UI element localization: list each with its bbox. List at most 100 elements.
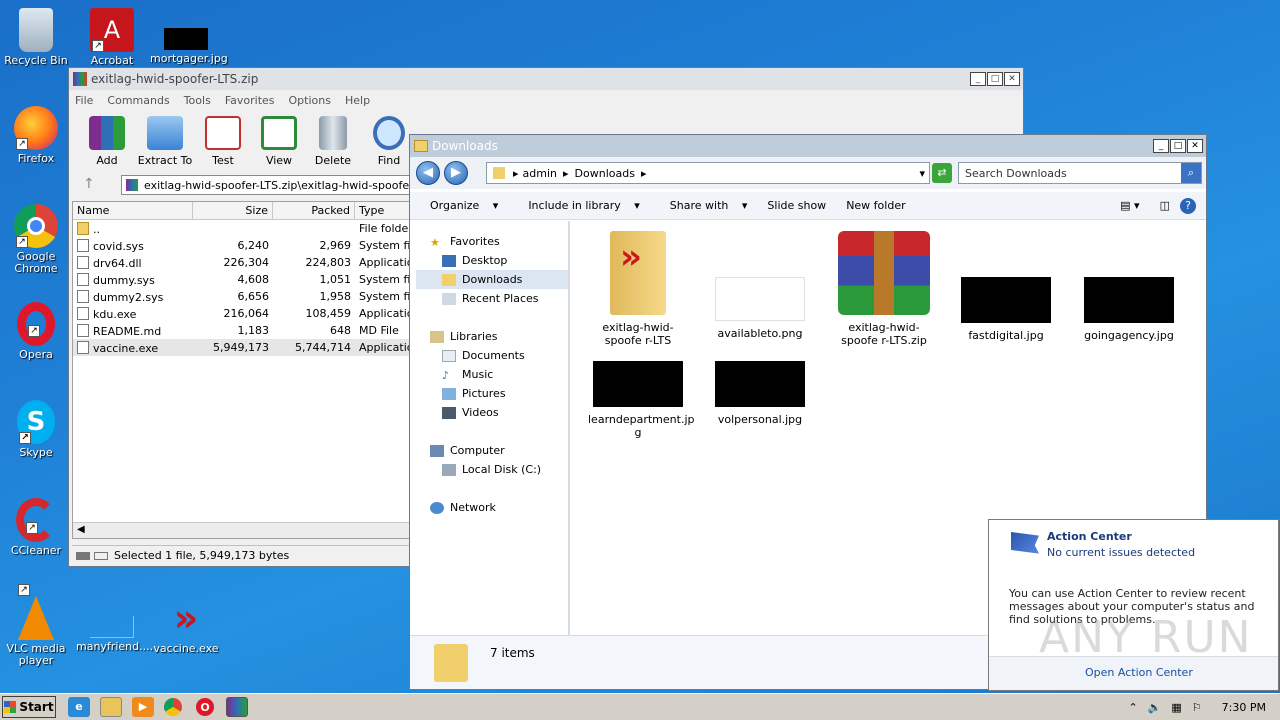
minimize-button[interactable]: _ — [970, 72, 986, 86]
nav-computer[interactable]: Computer — [430, 444, 505, 457]
test-button[interactable]: Test — [195, 116, 251, 167]
nav-documents[interactable]: Documents — [442, 349, 525, 362]
up-arrow-icon[interactable]: ↑ — [83, 176, 95, 192]
table-row[interactable]: covid.sys 6,240 2,969 System file — [73, 237, 409, 254]
network-tray-icon[interactable]: ▦ — [1171, 701, 1181, 714]
slide-show-button[interactable]: Slide show — [757, 199, 836, 212]
desktop-icon-firefox[interactable]: ↗ Firefox — [0, 106, 72, 165]
forward-button[interactable]: ▶ — [444, 161, 468, 185]
column-size[interactable]: Size — [193, 202, 273, 219]
table-row[interactable]: drv64.dll 226,304 224,803 Application — [73, 254, 409, 271]
column-packed[interactable]: Packed — [273, 202, 355, 219]
breadcrumb-downloads[interactable]: Downloads — [575, 167, 635, 180]
extract-to-button[interactable]: Extract To — [137, 116, 193, 167]
desktop-icon-manyfriend[interactable]: manyfriend.... — [76, 596, 153, 653]
refresh-button[interactable]: ⇄ — [932, 163, 952, 183]
breadcrumb-admin[interactable]: admin — [523, 167, 557, 180]
desktop-icon-vaccine[interactable]: » vaccine.exe — [150, 596, 222, 655]
nav-libraries[interactable]: Libraries — [430, 330, 498, 343]
new-folder-button[interactable]: New folder — [836, 199, 915, 212]
address-bar[interactable]: ▸ admin ▸ Downloads ▸ ▾ — [486, 162, 930, 184]
menu-options[interactable]: Options — [289, 94, 331, 107]
menu-favorites[interactable]: Favorites — [225, 94, 275, 107]
menu-tools[interactable]: Tools — [184, 94, 211, 107]
scroll-left-icon[interactable]: ◀ — [77, 524, 85, 535]
nav-downloads[interactable]: Downloads — [416, 270, 568, 289]
view-button[interactable]: View — [251, 116, 307, 167]
nav-network[interactable]: Network — [430, 501, 496, 514]
file-tile-volpersonal[interactable]: volpersonal.jpg — [710, 361, 810, 426]
clock[interactable]: 7:30 PM — [1222, 701, 1266, 714]
add-button[interactable]: Add — [79, 116, 135, 167]
desktop-icon-chrome[interactable]: ↗ Google Chrome — [0, 204, 72, 275]
search-box[interactable]: Search Downloads ⌕ — [958, 162, 1202, 184]
nav-pictures[interactable]: Pictures — [442, 387, 506, 400]
opera-icon: ↗ — [17, 302, 55, 346]
desktop-icon-mortgager[interactable]: mortgager.jpg — [150, 8, 228, 65]
table-row[interactable]: kdu.exe 216,064 108,459 Application — [73, 305, 409, 322]
menu-help[interactable]: Help — [345, 94, 370, 107]
menu-commands[interactable]: Commands — [107, 94, 169, 107]
explorer-toolbar: ◀ ▶ ▸ admin ▸ Downloads ▸ ▾ ⇄ Search Dow… — [410, 157, 1206, 189]
taskbar-ie-icon[interactable]: e — [68, 697, 90, 717]
table-row[interactable]: README.md 1,183 648 MD File — [73, 322, 409, 339]
table-row[interactable]: vaccine.exe 5,949,173 5,744,714 Application — [73, 339, 409, 356]
start-button[interactable]: Start — [2, 696, 56, 718]
volume-icon[interactable]: 🔈 — [1148, 701, 1162, 714]
close-button[interactable]: ✕ — [1004, 72, 1020, 86]
desktop-icon-opera[interactable]: ↗ Opera — [0, 302, 72, 361]
file-tile-folder[interactable]: » exitlag-hwid-spoofe r-LTS — [588, 231, 688, 347]
nav-desktop[interactable]: Desktop — [442, 254, 507, 267]
winrar-path-bar[interactable]: exitlag-hwid-spoofer-LTS.zip\exitlag-hwi… — [121, 175, 411, 195]
desktop-icon-vlc[interactable]: ↗ VLC media player — [0, 584, 72, 667]
desktop-icon-skype[interactable]: S ↗ Skype — [0, 400, 72, 459]
file-tile-fastdigital[interactable]: fastdigital.jpg — [956, 231, 1056, 342]
horizontal-scrollbar[interactable]: ◀ — [73, 522, 409, 538]
maximize-button[interactable]: □ — [1170, 139, 1186, 153]
organize-menu[interactable]: Organize ▾ — [410, 199, 508, 212]
desktop-icon-recycle-bin[interactable]: Recycle Bin — [0, 8, 72, 67]
menu-file[interactable]: File — [75, 94, 93, 107]
desktop-icon-ccleaner[interactable]: ↗ CCleaner — [0, 498, 72, 557]
desktop-icon-acrobat[interactable]: A ↗ Acrobat — [76, 8, 148, 67]
taskbar-opera-icon[interactable]: O — [196, 698, 214, 716]
help-icon[interactable]: ? — [1180, 197, 1196, 214]
open-action-center-link[interactable]: Open Action Center — [1085, 666, 1193, 679]
table-row[interactable]: .. File folder — [73, 220, 409, 237]
file-icon — [77, 238, 89, 252]
nav-local-disk[interactable]: Local Disk (C:) — [442, 463, 541, 476]
file-tile-goingagency[interactable]: goingagency.jpg — [1079, 231, 1179, 342]
share-with-menu[interactable]: Share with ▾ — [650, 199, 758, 212]
file-tile-availableto[interactable]: availableto.png — [710, 231, 810, 340]
minimize-button[interactable]: _ — [1153, 139, 1169, 153]
close-button[interactable]: ✕ — [1187, 139, 1203, 153]
nav-videos[interactable]: Videos — [442, 406, 499, 419]
tray-expand-icon[interactable]: ⌃ — [1128, 701, 1137, 714]
column-name[interactable]: Name — [73, 202, 193, 219]
taskbar-chrome-icon[interactable] — [164, 698, 182, 716]
search-icon[interactable]: ⌕ — [1181, 163, 1201, 183]
explorer-titlebar[interactable]: Downloads _ □ ✕ — [410, 135, 1206, 157]
nav-music[interactable]: ♪ Music — [442, 368, 493, 382]
preview-pane-icon[interactable]: ◫ — [1150, 199, 1180, 212]
winrar-titlebar[interactable]: exitlag-hwid-spoofer-LTS.zip _ □ ✕ — [69, 68, 1023, 90]
maximize-button[interactable]: □ — [987, 72, 1003, 86]
nav-favorites[interactable]: ★ Favorites — [430, 235, 500, 249]
taskbar-winrar-icon[interactable] — [226, 697, 248, 717]
file-tile-zip[interactable]: exitlag-hwid-spoofe r-LTS.zip — [834, 231, 934, 347]
view-options-icon[interactable]: ▤ ▾ — [1110, 199, 1149, 212]
address-dropdown-icon[interactable]: ▾ — [919, 167, 925, 180]
taskbar-media-player-icon[interactable]: ▶ — [132, 697, 154, 717]
delete-button[interactable]: Delete — [305, 116, 361, 167]
action-center-flag-icon[interactable]: ⚐ — [1192, 701, 1202, 714]
search-input[interactable]: Search Downloads — [959, 167, 1067, 180]
file-tile-learndepartment[interactable]: learndepartment.jp g — [588, 361, 694, 439]
table-row[interactable]: dummy2.sys 6,656 1,958 System file — [73, 288, 409, 305]
nav-recent-places[interactable]: Recent Places — [442, 292, 539, 305]
taskbar-explorer-icon[interactable] — [100, 697, 122, 717]
folder-extract-icon — [147, 116, 183, 150]
include-in-library-menu[interactable]: Include in library ▾ — [508, 199, 649, 212]
back-button[interactable]: ◀ — [416, 161, 440, 185]
column-type[interactable]: Type — [355, 202, 409, 219]
table-row[interactable]: dummy.sys 4,608 1,051 System file — [73, 271, 409, 288]
